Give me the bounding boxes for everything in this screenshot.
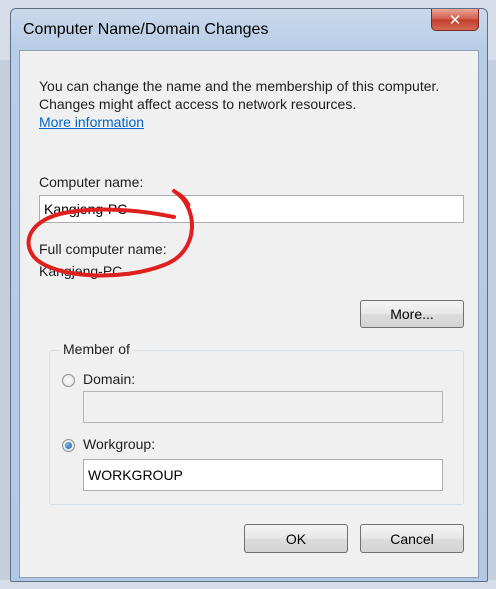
cancel-button[interactable]: Cancel	[360, 524, 464, 553]
background-strip-left	[0, 60, 10, 580]
dialog-window: Computer Name/Domain Changes ✕ You can c…	[10, 8, 488, 582]
more-information-link[interactable]: More information	[39, 114, 144, 130]
dialog-title: Computer Name/Domain Changes	[23, 21, 269, 38]
domain-radio[interactable]	[62, 374, 75, 387]
full-computer-name-label: Full computer name:	[39, 241, 167, 257]
more-button[interactable]: More...	[360, 300, 464, 328]
full-computer-name-value: Kangjeng-PC	[39, 263, 123, 279]
member-of-label: Member of	[60, 341, 133, 357]
close-button[interactable]: ✕	[431, 9, 479, 31]
domain-label: Domain:	[83, 371, 136, 387]
member-of-group: Member of Domain: Workgroup: WORKGROUP	[49, 341, 464, 505]
workgroup-input[interactable]: WORKGROUP	[83, 459, 443, 491]
workgroup-label: Workgroup:	[83, 436, 156, 452]
computer-name-input[interactable]: Kangjeng-PC	[39, 195, 464, 223]
description-body: You can change the name and the membersh…	[39, 78, 440, 112]
background-strip-right	[488, 60, 496, 580]
computer-name-label: Computer name:	[39, 174, 144, 190]
workgroup-radio[interactable]	[62, 439, 75, 452]
workgroup-value: WORKGROUP	[88, 467, 183, 483]
ok-button[interactable]: OK	[244, 524, 348, 553]
description-text: You can change the name and the membersh…	[39, 77, 469, 131]
dialog-client-area: You can change the name and the membersh…	[19, 50, 479, 578]
domain-input[interactable]	[83, 391, 443, 423]
close-icon: ✕	[448, 10, 462, 29]
computer-name-value: Kangjeng-PC	[44, 201, 128, 217]
